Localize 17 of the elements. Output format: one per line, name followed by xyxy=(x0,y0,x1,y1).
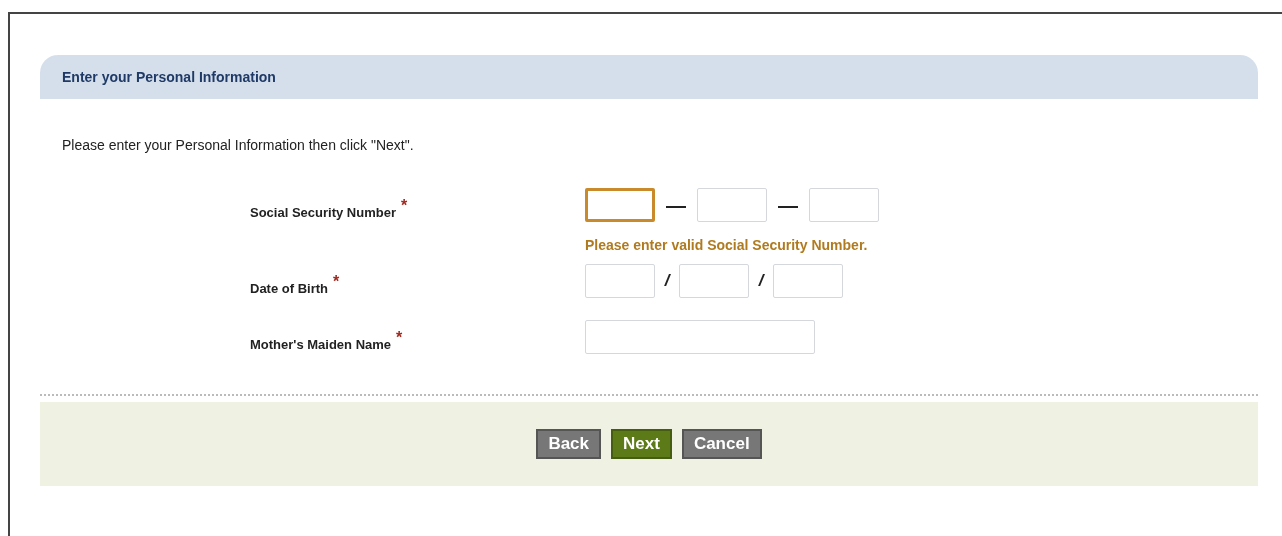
field-label: Mother's Maiden Name xyxy=(250,336,392,352)
form-button[interactable]: Cancel xyxy=(681,429,762,459)
field-label: Date of Birth xyxy=(250,280,328,296)
error-message: Please enter valid Social Security Number. xyxy=(585,237,868,253)
input-field[interactable] xyxy=(585,188,655,222)
form-button[interactable]: Next xyxy=(611,429,672,459)
separator: / xyxy=(757,271,766,291)
field-label: Social Security Number xyxy=(250,204,396,220)
required-mark: * xyxy=(333,272,340,291)
separator: / xyxy=(663,271,672,291)
panel-title: Enter your Personal Information xyxy=(62,69,276,85)
instruction-text: Please enter your Personal Information then click "Next". xyxy=(62,137,415,153)
form-button[interactable]: Back xyxy=(536,429,601,459)
separator: — xyxy=(777,193,799,217)
separator: — xyxy=(665,193,687,217)
required-mark: * xyxy=(396,328,403,347)
required-mark: * xyxy=(400,196,408,215)
